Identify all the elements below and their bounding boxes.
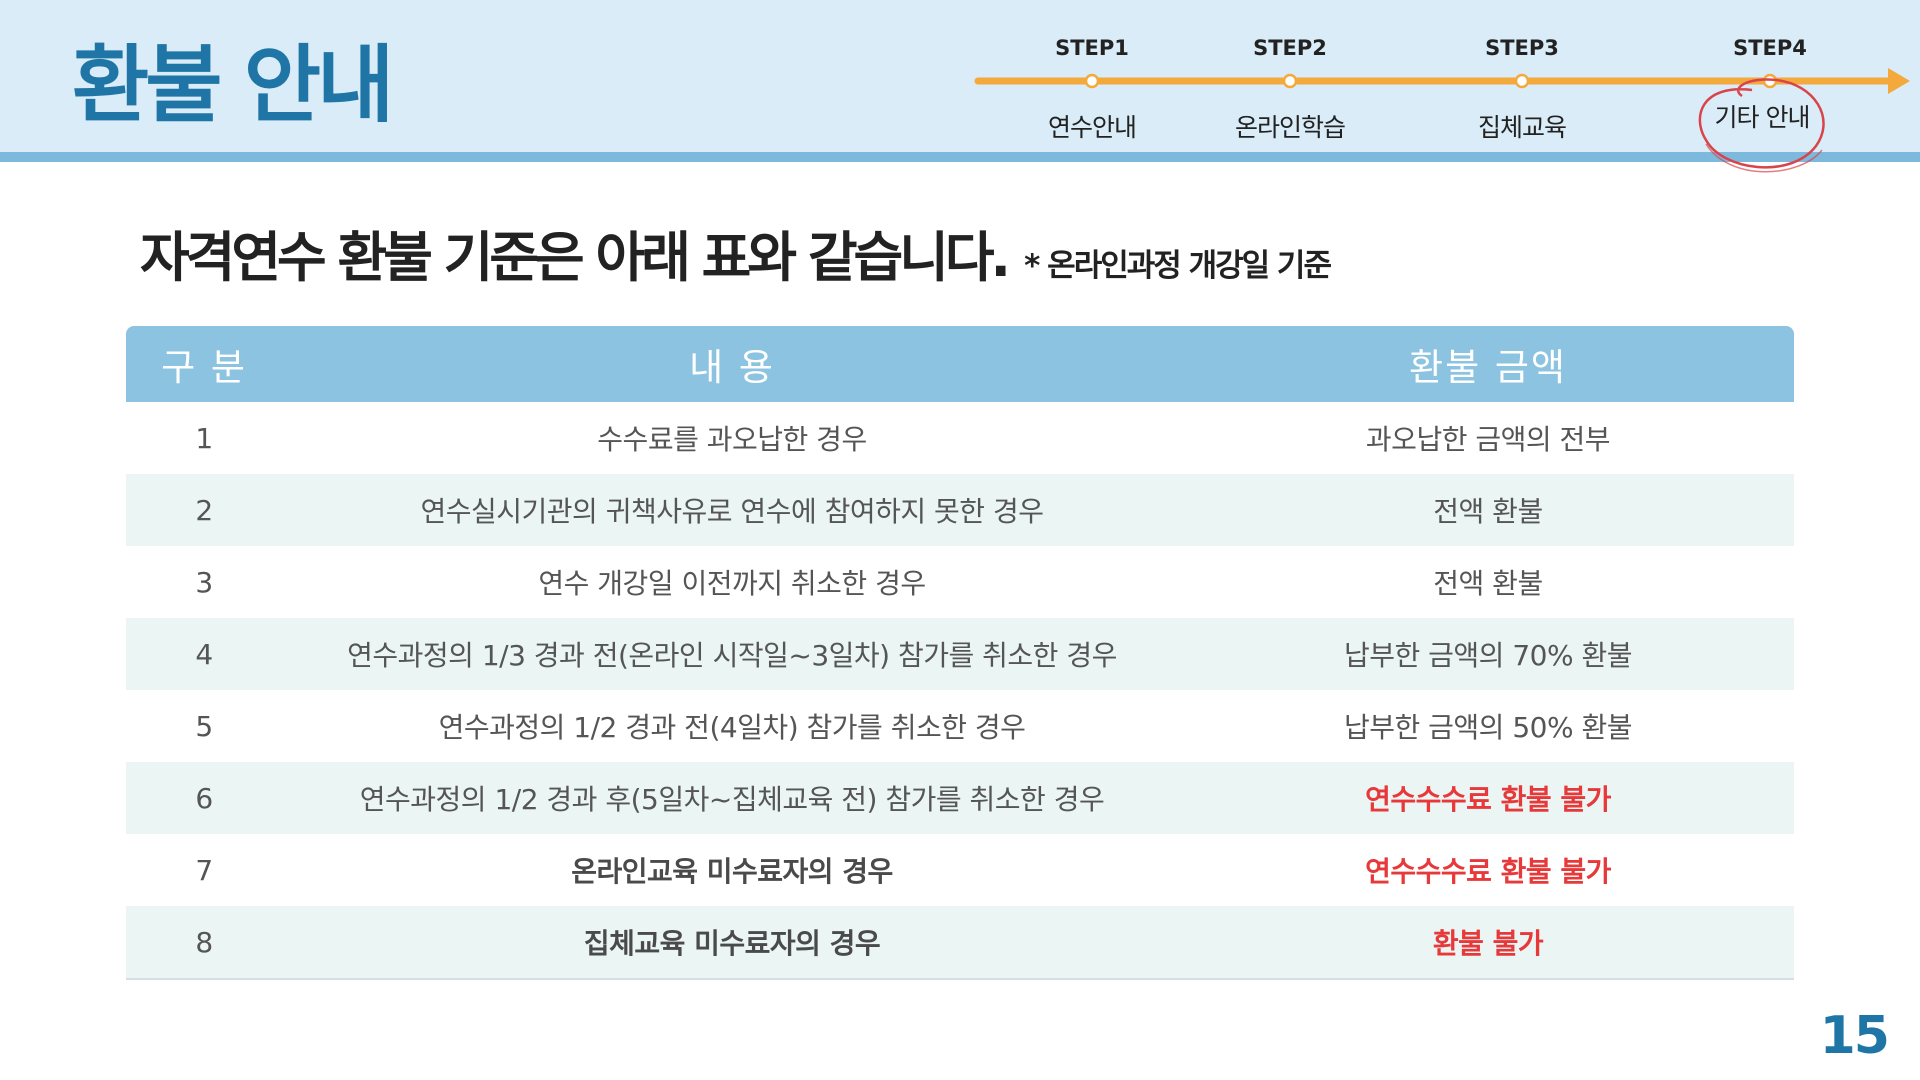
row-number: 6 [195,781,213,815]
table-header: 구 분 내 용 환불 금액 [126,326,1794,402]
step1-name: 연수안내 [1047,113,1137,142]
page-number: 15 [1819,1006,1890,1066]
step-progress-bar [974,68,1910,173]
row-number: 5 [195,709,213,743]
step3-dot [1514,73,1530,89]
row-number: 4 [195,637,213,671]
refund-table: 구 분 내 용 환불 금액 1 수수료를 과오납한 경우 과오납한 금액의 전부… [126,326,1794,980]
step1-label: STEP1 [1055,36,1129,60]
headline-note: * 온라인과정 개강일 기준 [1024,248,1332,284]
step2-label: STEP2 [1253,36,1327,60]
row-number: 7 [195,853,213,887]
row-number: 8 [195,925,213,959]
row-refund: 과오납한 금액의 전부 [1365,423,1611,456]
step4-label: STEP4 [1733,36,1807,60]
row-refund: 전액 환불 [1433,495,1543,528]
row-content: 연수과정의 1/3 경과 전(온라인 시작일~3일차) 참가를 취소한 경우 [347,639,1117,672]
row-refund: 전액 환불 [1433,567,1543,600]
headline: 자격연수 환불 기준은 아래 표와 같습니다. * 온라인과정 개강일 기준 [140,218,1332,298]
row-content: 연수 개강일 이전까지 취소한 경우 [538,567,926,600]
step3-label: STEP3 [1485,36,1559,60]
step2-dot [1282,73,1298,89]
headline-main-text: 자격연수 환불 기준은 아래 표와 같습니다. [140,226,1011,289]
row-content: 연수과정의 1/2 경과 전(4일차) 참가를 취소한 경우 [438,711,1026,744]
table-row: 4 연수과정의 1/3 경과 전(온라인 시작일~3일차) 참가를 취소한 경우… [126,618,1794,690]
table-row: 8 집체교육 미수료자의 경우 환불 불가 [126,906,1794,980]
row-number: 1 [195,421,213,455]
row-content: 집체교육 미수료자의 경우 [583,927,881,960]
table-row: 7 온라인교육 미수료자의 경우 연수수수료 환불 불가 [126,834,1794,906]
row-number: 2 [195,493,213,527]
row-content: 수수료를 과오납한 경우 [597,423,867,456]
row-refund: 납부한 금액의 70% 환불 [1343,639,1633,672]
row-content: 온라인교육 미수료자의 경우 [571,855,893,888]
row-refund: 납부한 금액의 50% 환불 [1343,711,1633,744]
header-category: 구 분 [161,346,247,389]
step3-name: 집체교육 [1477,113,1567,142]
header-refund-amount: 환불 금액 [1409,346,1567,389]
table-row: 3 연수 개강일 이전까지 취소한 경우 전액 환불 [126,546,1794,618]
row-content: 연수과정의 1/2 경과 후(5일차~집체교육 전) 참가를 취소한 경우 [359,783,1105,816]
table-row: 2 연수실시기관의 귀책사유로 연수에 참여하지 못한 경우 전액 환불 [126,474,1794,546]
progress-arrowhead [1888,68,1910,94]
header-content: 내 용 [689,346,775,389]
row-content: 연수실시기관의 귀책사유로 연수에 참여하지 못한 경우 [420,495,1044,528]
row-refund: 연수수수료 환불 불가 [1365,783,1611,816]
step1-dot [1084,73,1100,89]
table-row: 6 연수과정의 1/2 경과 후(5일차~집체교육 전) 참가를 취소한 경우 … [126,762,1794,834]
table-row: 5 연수과정의 1/2 경과 전(4일차) 참가를 취소한 경우 납부한 금액의… [126,690,1794,762]
table-row: 1 수수료를 과오납한 경우 과오납한 금액의 전부 [126,402,1794,474]
step2-name: 온라인학습 [1234,113,1346,142]
row-number: 3 [195,565,213,599]
row-refund: 환불 불가 [1432,927,1544,960]
step4-name: 기타 안내 [1714,103,1811,132]
row-refund: 연수수수료 환불 불가 [1365,855,1611,888]
